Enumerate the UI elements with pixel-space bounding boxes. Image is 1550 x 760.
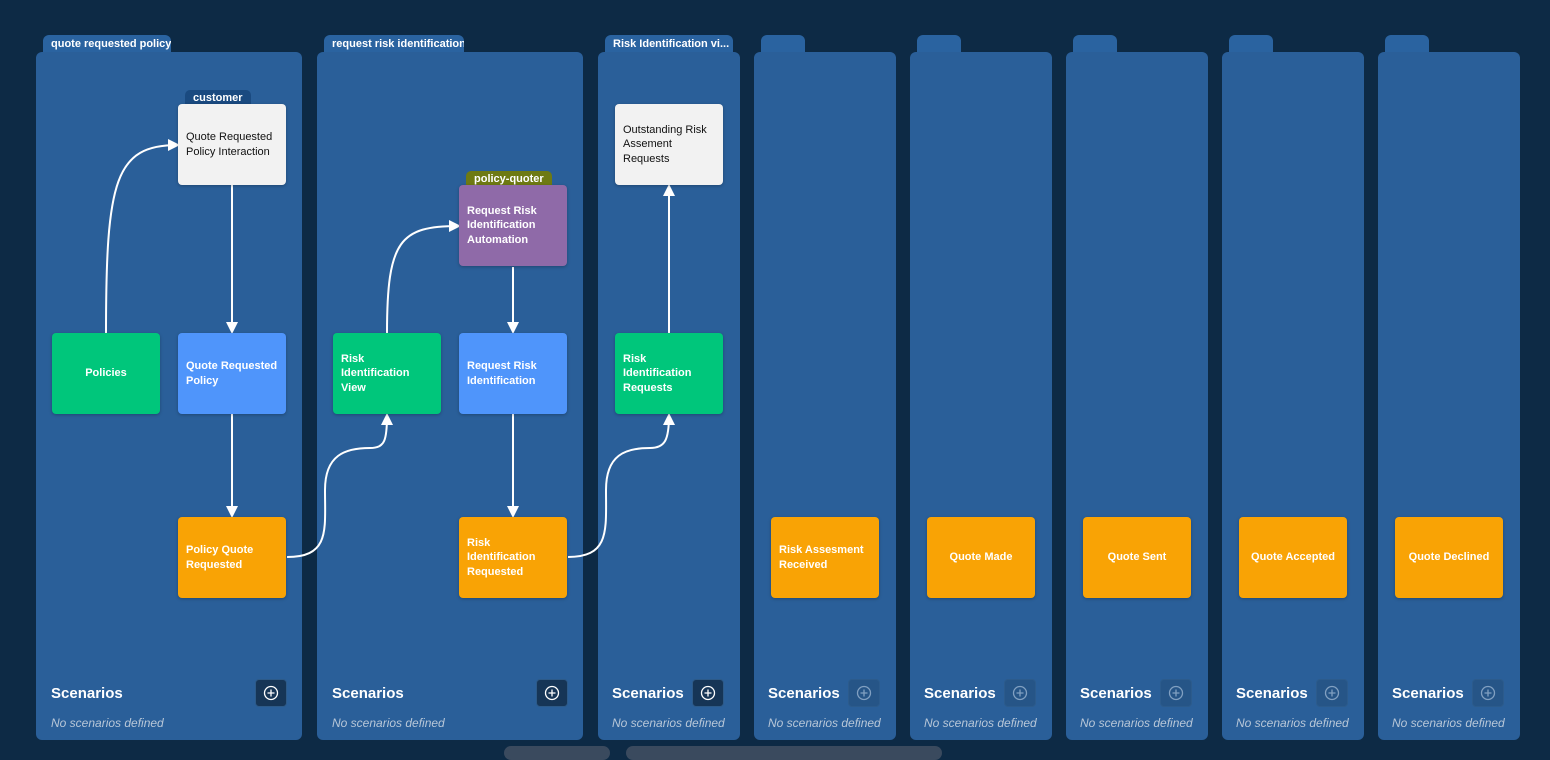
- event-quote-made[interactable]: Quote Made: [927, 517, 1035, 598]
- scenarios-title-6: Scenarios: [1080, 685, 1152, 702]
- scenarios-title-8: Scenarios: [1392, 685, 1464, 702]
- no-scenarios-note-7: No scenarios defined: [1236, 716, 1349, 730]
- arrow-policies-to-interaction: [105, 139, 180, 334]
- event-policy-quote-requested[interactable]: Policy Quote Requested: [178, 517, 286, 598]
- plus-circle-icon: [1324, 685, 1340, 701]
- scenarios-title-5: Scenarios: [924, 685, 996, 702]
- arrow-event-to-riskview: [286, 413, 393, 558]
- plus-circle-icon: [544, 685, 560, 701]
- scenarios-title-2: Scenarios: [332, 685, 404, 702]
- add-scenario-button-2[interactable]: [536, 679, 568, 707]
- bottom-toolbar-left[interactable]: [504, 746, 610, 760]
- add-scenario-button-1[interactable]: [255, 679, 287, 707]
- screen-outstanding-risk-assesment-requests[interactable]: Outstanding Risk Assement Requests: [615, 104, 723, 185]
- add-scenario-button-5[interactable]: [1004, 679, 1036, 707]
- no-scenarios-note-6: No scenarios defined: [1080, 716, 1193, 730]
- no-scenarios-note-4: No scenarios defined: [768, 716, 881, 730]
- plus-circle-icon: [1012, 685, 1028, 701]
- no-scenarios-note-5: No scenarios defined: [924, 716, 1037, 730]
- plus-circle-icon: [1480, 685, 1496, 701]
- command-request-risk-identification[interactable]: Request Risk Identification: [459, 333, 567, 414]
- add-scenario-button-8[interactable]: [1472, 679, 1504, 707]
- add-scenario-button-6[interactable]: [1160, 679, 1192, 707]
- role-tag-customer: customer: [185, 90, 251, 105]
- plus-circle-icon: [700, 685, 716, 701]
- read-model-risk-identification-requests[interactable]: Risk Identification Requests: [615, 333, 723, 414]
- command-quote-requested-policy[interactable]: Quote Requested Policy: [178, 333, 286, 414]
- add-scenario-button-4[interactable]: [848, 679, 880, 707]
- screen-quote-requested-policy-interaction[interactable]: Quote Requested Policy Interaction: [178, 104, 286, 185]
- plus-circle-icon: [1168, 685, 1184, 701]
- bottom-toolbar-right[interactable]: [626, 746, 942, 760]
- arrow-requested-to-requests: [567, 413, 675, 558]
- scenarios-title-3: Scenarios: [612, 685, 684, 702]
- no-scenarios-note-3: No scenarios defined: [612, 716, 725, 730]
- arrow-riskview-to-automation: [386, 220, 461, 334]
- event-risk-assesment-received[interactable]: Risk Assesment Received: [771, 517, 879, 598]
- event-risk-identification-requested[interactable]: Risk Identification Requested: [459, 517, 567, 598]
- event-quote-declined[interactable]: Quote Declined: [1395, 517, 1503, 598]
- plus-circle-icon: [263, 685, 279, 701]
- event-quote-sent[interactable]: Quote Sent: [1083, 517, 1191, 598]
- automation-request-risk-identification[interactable]: Request Risk Identification Automation: [459, 185, 567, 266]
- scenarios-title-1: Scenarios: [51, 685, 123, 702]
- add-scenario-button-7[interactable]: [1316, 679, 1348, 707]
- plus-circle-icon: [856, 685, 872, 701]
- scenarios-title-7: Scenarios: [1236, 685, 1308, 702]
- no-scenarios-note-2: No scenarios defined: [332, 716, 445, 730]
- event-quote-accepted[interactable]: Quote Accepted: [1239, 517, 1347, 598]
- role-tag-policy-quoter: policy-quoter: [466, 171, 552, 186]
- no-scenarios-note-1: No scenarios defined: [51, 716, 164, 730]
- read-model-risk-identification-view[interactable]: Risk Identification View: [333, 333, 441, 414]
- no-scenarios-note-8: No scenarios defined: [1392, 716, 1505, 730]
- read-model-policies[interactable]: Policies: [52, 333, 160, 414]
- scenarios-title-4: Scenarios: [768, 685, 840, 702]
- add-scenario-button-3[interactable]: [692, 679, 724, 707]
